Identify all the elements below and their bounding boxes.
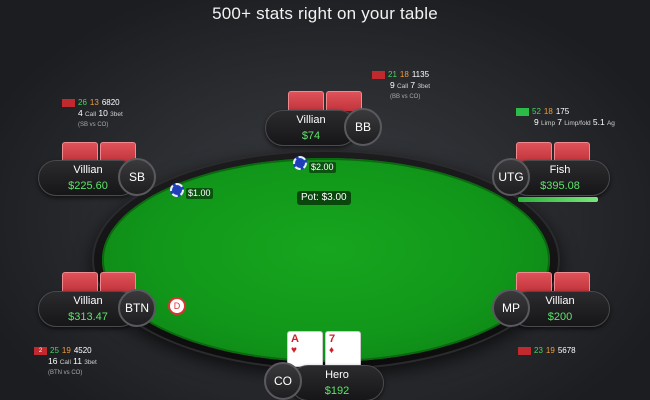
hud-stat: 1135 <box>411 70 430 79</box>
hud-label: 3bet <box>84 359 97 366</box>
diamond-suit-icon: ♦ <box>329 345 335 356</box>
btn-hud[interactable]: 2 25 19 4520 16 Call 11 3bet (BTN vs CO) <box>34 346 97 378</box>
hud-stat: 4 <box>78 108 83 118</box>
flag-icon <box>516 108 529 116</box>
sb-position-badge: SB <box>118 158 156 196</box>
hud-label: 3bet <box>417 83 431 90</box>
card-back <box>62 142 98 162</box>
flag-icon: 2 <box>34 347 47 355</box>
hud-label: Ag <box>606 120 615 127</box>
hud-stat: 23 <box>534 346 543 355</box>
card-back <box>554 272 590 292</box>
hero-player-stack: $192 <box>324 385 350 397</box>
hud-stat: 13 <box>89 98 99 107</box>
hud-stat: 19 <box>545 346 555 355</box>
hud-note: (SB vs CO) <box>78 122 109 128</box>
dealer-button-icon: D <box>168 297 186 315</box>
bb-cards <box>288 91 362 111</box>
hero-card-2: 7 ♦ <box>325 331 361 367</box>
hud-stat: 10 <box>98 108 108 118</box>
hero-position-badge: CO <box>264 362 302 400</box>
pot-label: Pot: $3.00 <box>297 191 351 205</box>
mp-hud[interactable]: 23 19 5678 <box>518 346 576 356</box>
hero-player-panel[interactable]: Hero $192 <box>290 365 384 400</box>
hud-stat: 19 <box>61 346 71 355</box>
card-back <box>516 272 552 292</box>
flag-icon <box>372 71 385 79</box>
hero-card-2-rank: 7 <box>329 333 336 345</box>
hud-note: (BTN vs CO) <box>48 370 83 376</box>
utg-position-badge: UTG <box>492 158 530 196</box>
flag-icon <box>62 99 75 107</box>
card-back <box>516 142 552 162</box>
hud-stat: 21 <box>388 70 397 79</box>
hud-stat: 52 <box>532 107 541 116</box>
sb-bet-amount: $1.00 <box>186 188 213 199</box>
hud-stat: 16 <box>48 356 58 366</box>
hud-label: Call <box>84 111 97 118</box>
hero-card-1: A ♥ <box>287 331 323 367</box>
bb-player-name: Villian <box>296 114 326 126</box>
hud-stat: 6820 <box>101 98 120 107</box>
card-back <box>62 272 98 292</box>
hud-stat: 5678 <box>557 346 576 355</box>
flag-icon <box>518 347 531 355</box>
bb-bet-chip-icon <box>293 156 307 170</box>
hud-label: Call <box>59 359 71 366</box>
utg-cards <box>516 142 590 162</box>
hud-stat: 25 <box>50 346 59 355</box>
hud-stat: 9 <box>534 117 539 127</box>
hud-label: Limp <box>540 120 556 127</box>
hud-note: (BB vs CO) <box>390 94 421 100</box>
card-back <box>554 142 590 162</box>
hud-label: 3bet <box>110 111 123 118</box>
bb-player-stack: $74 <box>301 130 321 142</box>
hud-stat: 5.1 <box>592 117 605 127</box>
bb-position-badge: BB <box>344 108 382 146</box>
mp-cards <box>516 272 590 292</box>
heart-suit-icon: ♥ <box>291 345 297 356</box>
utg-timer-bar <box>518 197 598 202</box>
hud-stat: 175 <box>555 107 570 116</box>
bb-bet-amount: $2.00 <box>309 162 336 173</box>
hud-label: Limp/fold <box>564 120 591 127</box>
hud-stat: 7 <box>557 117 563 127</box>
hud-stat: 18 <box>543 107 553 116</box>
btn-position-badge: BTN <box>118 289 156 327</box>
headline: 500+ stats right on your table <box>212 4 438 23</box>
hud-stat: 18 <box>399 70 409 79</box>
hud-stat: 4520 <box>73 346 92 355</box>
hud-stat: 11 <box>73 356 82 366</box>
sb-cards <box>62 142 136 162</box>
sb-hud[interactable]: 26 13 6820 4 Call 10 3bet (SB vs CO) <box>62 98 123 130</box>
btn-cards <box>62 272 136 292</box>
mp-position-badge: MP <box>492 289 530 327</box>
card-back <box>288 91 324 111</box>
hud-stat: 26 <box>78 98 87 107</box>
sb-bet-chip-icon <box>170 183 184 197</box>
hud-label: Call <box>396 83 409 90</box>
bb-hud[interactable]: 21 18 1135 9 Call 7 3bet (BB vs CO) <box>372 70 430 102</box>
hero-player-name: Hero <box>325 369 349 381</box>
utg-hud[interactable]: 52 18 175 9 Limp 7 Limp/fold 5.1 Ag <box>516 107 615 129</box>
hero-card-1-rank: A <box>291 333 299 345</box>
hud-stat: 7 <box>410 80 416 90</box>
hud-stat: 9 <box>390 80 395 90</box>
